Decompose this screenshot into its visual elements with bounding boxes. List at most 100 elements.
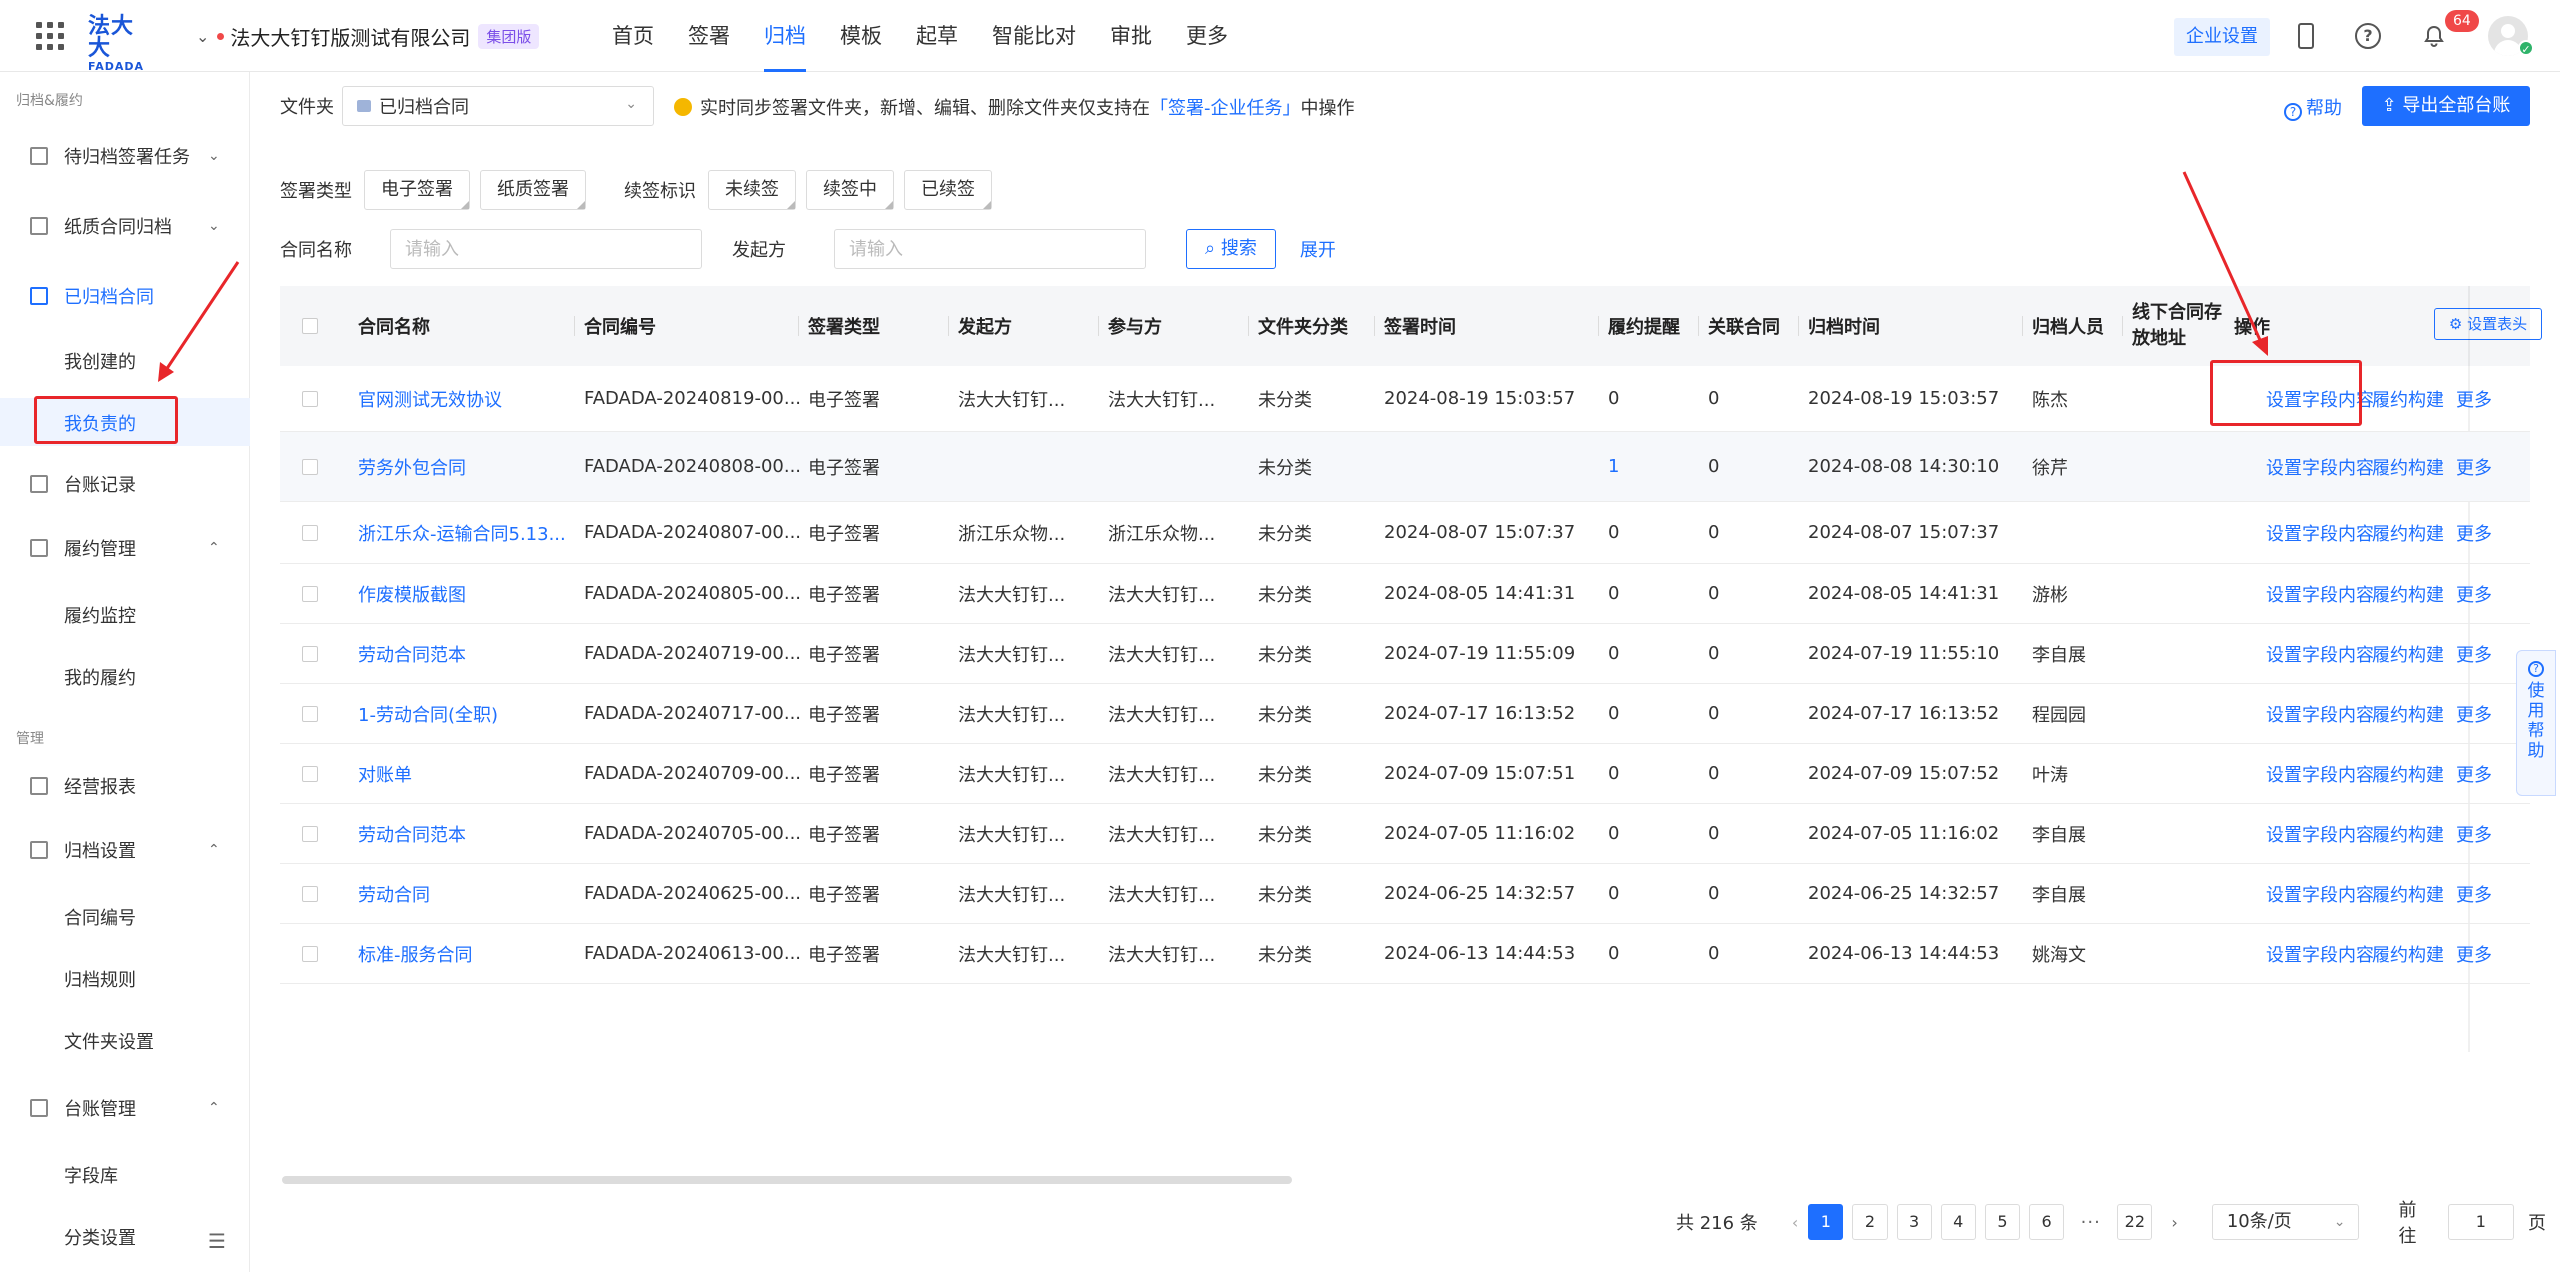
set-field-content-link[interactable]: 设置字段内容	[2266, 564, 2374, 623]
row-checkbox[interactable]	[302, 432, 318, 501]
cell-name[interactable]: 官网测试无效协议	[358, 366, 502, 431]
mobile-icon[interactable]	[2292, 22, 2320, 50]
row-checkbox[interactable]	[302, 564, 318, 623]
collapse-sidebar-icon[interactable]: ☰	[208, 1229, 226, 1253]
cell-name[interactable]: 劳务外包合同	[358, 432, 466, 501]
goto-page-input[interactable]: 1	[2447, 1204, 2514, 1240]
more-actions-link[interactable]: 更多	[2456, 432, 2492, 501]
nav-draft[interactable]: 起草	[916, 0, 958, 72]
sidebar-item-performance-monitor[interactable]: 履约监控	[0, 590, 250, 638]
table-row[interactable]: 作废模版截图 FADADA-20240805-00... 电子签署 法大大钉钉... 法…	[280, 564, 2530, 624]
cell-name[interactable]: 劳动合同	[358, 864, 430, 923]
set-field-content-link[interactable]: 设置字段内容	[2266, 432, 2374, 501]
bell-icon[interactable]	[2420, 22, 2448, 50]
cell-name[interactable]: 劳动合同范本	[358, 624, 466, 683]
more-actions-link[interactable]: 更多	[2456, 624, 2492, 683]
page-ellipsis[interactable]: ···	[2073, 1212, 2108, 1233]
page-5[interactable]: 5	[1984, 1204, 2020, 1240]
expand-filters-link[interactable]: 展开	[1300, 236, 1336, 262]
nav-archive[interactable]: 归档	[764, 0, 806, 72]
sidebar-item-ledger-management[interactable]: 台账管理 ⌃	[0, 1086, 250, 1130]
page-size-select[interactable]: 10条/页 ⌄	[2211, 1204, 2359, 1240]
sidebar-item-performance-management[interactable]: 履约管理 ⌃	[0, 526, 250, 570]
row-checkbox[interactable]	[302, 624, 318, 683]
fadada-logo[interactable]: 法大大 FADADA	[88, 16, 154, 74]
page-1[interactable]: 1	[1808, 1204, 1844, 1240]
cell-name[interactable]: 浙江乐众-运输合同5.13...	[358, 502, 566, 563]
table-row[interactable]: 官网测试无效协议 FADADA-20240819-00... 电子签署 法大大钉钉..…	[280, 366, 2530, 432]
cell-name[interactable]: 劳动合同范本	[358, 804, 466, 863]
more-actions-link[interactable]: 更多	[2456, 564, 2492, 623]
cell-name[interactable]: 标准-服务合同	[358, 924, 473, 983]
cell-name[interactable]: 对账单	[358, 744, 412, 803]
row-checkbox[interactable]	[302, 804, 318, 863]
sidebar-item-business-report[interactable]: 经营报表	[0, 764, 250, 808]
initiator-input[interactable]	[834, 229, 1146, 269]
set-field-content-link[interactable]: 设置字段内容	[2266, 864, 2374, 923]
page-2[interactable]: 2	[1852, 1204, 1888, 1240]
sidebar-item-contract-number[interactable]: 合同编号	[0, 892, 250, 940]
chip-renewed[interactable]: 已续签	[904, 170, 992, 210]
build-performance-link[interactable]: 履约构建	[2372, 684, 2444, 743]
sidebar-item-archived-contracts[interactable]: 已归档合同	[0, 274, 250, 318]
chip-paper[interactable]: 纸质签署	[480, 170, 586, 210]
sidebar-item-field-library[interactable]: 字段库	[0, 1150, 250, 1198]
sidebar-item-archive-rules[interactable]: 归档规则	[0, 954, 250, 1002]
folder-select[interactable]: 已归档合同 ⌄	[342, 86, 654, 126]
enterprise-settings-button[interactable]: 企业设置	[2174, 18, 2270, 56]
row-checkbox[interactable]	[302, 684, 318, 743]
sidebar-item-folder-settings[interactable]: 文件夹设置	[0, 1016, 250, 1064]
company-switcher[interactable]: ⌄ 法大大钉钉版测试有限公司 集团版	[196, 20, 540, 52]
sidebar-item-pending-archive[interactable]: 待归档签署任务 ⌄	[0, 134, 250, 178]
table-row[interactable]: 标准-服务合同 FADADA-20240613-00... 电子签署 法大大钉钉...…	[280, 924, 2530, 984]
set-field-content-link[interactable]: 设置字段内容	[2266, 924, 2374, 983]
table-row[interactable]: 劳动合同 FADADA-20240625-00... 电子签署 法大大钉钉... 法大大…	[280, 864, 2530, 924]
app-grid-icon[interactable]	[36, 22, 64, 50]
page-4[interactable]: 4	[1940, 1204, 1976, 1240]
more-actions-link[interactable]: 更多	[2456, 744, 2492, 803]
search-button[interactable]: ⌕ 搜索	[1186, 229, 1276, 269]
more-actions-link[interactable]: 更多	[2456, 864, 2492, 923]
nav-home[interactable]: 首页	[612, 0, 654, 72]
build-performance-link[interactable]: 履约构建	[2372, 366, 2444, 431]
row-checkbox[interactable]	[302, 864, 318, 923]
page-6[interactable]: 6	[2029, 1204, 2065, 1240]
notice-link[interactable]: 「签署-企业任务」	[1150, 94, 1301, 120]
more-actions-link[interactable]: 更多	[2456, 502, 2492, 563]
chip-electronic[interactable]: 电子签署	[364, 170, 470, 210]
chip-renewing[interactable]: 续签中	[806, 170, 894, 210]
table-row[interactable]: 劳动合同范本 FADADA-20240719-00... 电子签署 法大大钉钉... 法…	[280, 624, 2530, 684]
row-checkbox[interactable]	[302, 744, 318, 803]
select-all-checkbox[interactable]	[302, 286, 318, 366]
help-icon[interactable]: ?	[2354, 22, 2382, 50]
chip-not-renewed[interactable]: 未续签	[708, 170, 796, 210]
set-field-content-link[interactable]: 设置字段内容	[2266, 744, 2374, 803]
sidebar-item-archive-settings[interactable]: 归档设置 ⌃	[0, 828, 250, 872]
export-all-ledger-button[interactable]: ⇪ 导出全部台账	[2362, 86, 2530, 126]
row-checkbox[interactable]	[302, 924, 318, 983]
table-row[interactable]: 劳动合同范本 FADADA-20240705-00... 电子签署 法大大钉钉... 法…	[280, 804, 2530, 864]
nav-approval[interactable]: 审批	[1110, 0, 1152, 72]
sidebar-item-created-by-me[interactable]: 我创建的	[0, 336, 250, 384]
contract-name-input[interactable]	[390, 229, 702, 269]
sidebar-item-ledger-records[interactable]: 台账记录	[0, 462, 250, 506]
nav-smart-compare[interactable]: 智能比对	[992, 0, 1076, 72]
nav-template[interactable]: 模板	[840, 0, 882, 72]
page-3[interactable]: 3	[1896, 1204, 1932, 1240]
more-actions-link[interactable]: 更多	[2456, 366, 2492, 431]
help-link[interactable]: ? 帮助	[2284, 94, 2342, 121]
set-table-header-button[interactable]: ⚙ 设置表头	[2434, 308, 2542, 340]
build-performance-link[interactable]: 履约构建	[2372, 564, 2444, 623]
sidebar-item-paper-archive[interactable]: 纸质合同归档 ⌄	[0, 204, 250, 248]
set-field-content-link[interactable]: 设置字段内容	[2266, 624, 2374, 683]
set-field-content-link[interactable]: 设置字段内容	[2266, 684, 2374, 743]
build-performance-link[interactable]: 履约构建	[2372, 924, 2444, 983]
table-row[interactable]: 浙江乐众-运输合同5.13... FADADA-20240807-00... 电子签…	[280, 502, 2530, 564]
page-last[interactable]: 22	[2117, 1204, 2153, 1240]
build-performance-link[interactable]: 履约构建	[2372, 502, 2444, 563]
table-row[interactable]: 劳务外包合同 FADADA-20240808-00... 电子签署 未分类 1 0 2024…	[280, 432, 2530, 502]
more-actions-link[interactable]: 更多	[2456, 924, 2492, 983]
sidebar-item-my-performance[interactable]: 我的履约	[0, 652, 250, 700]
table-row[interactable]: 1-劳动合同(全职) FADADA-20240717-00... 电子签署 法大大钉钉…	[280, 684, 2530, 744]
more-actions-link[interactable]: 更多	[2456, 804, 2492, 863]
